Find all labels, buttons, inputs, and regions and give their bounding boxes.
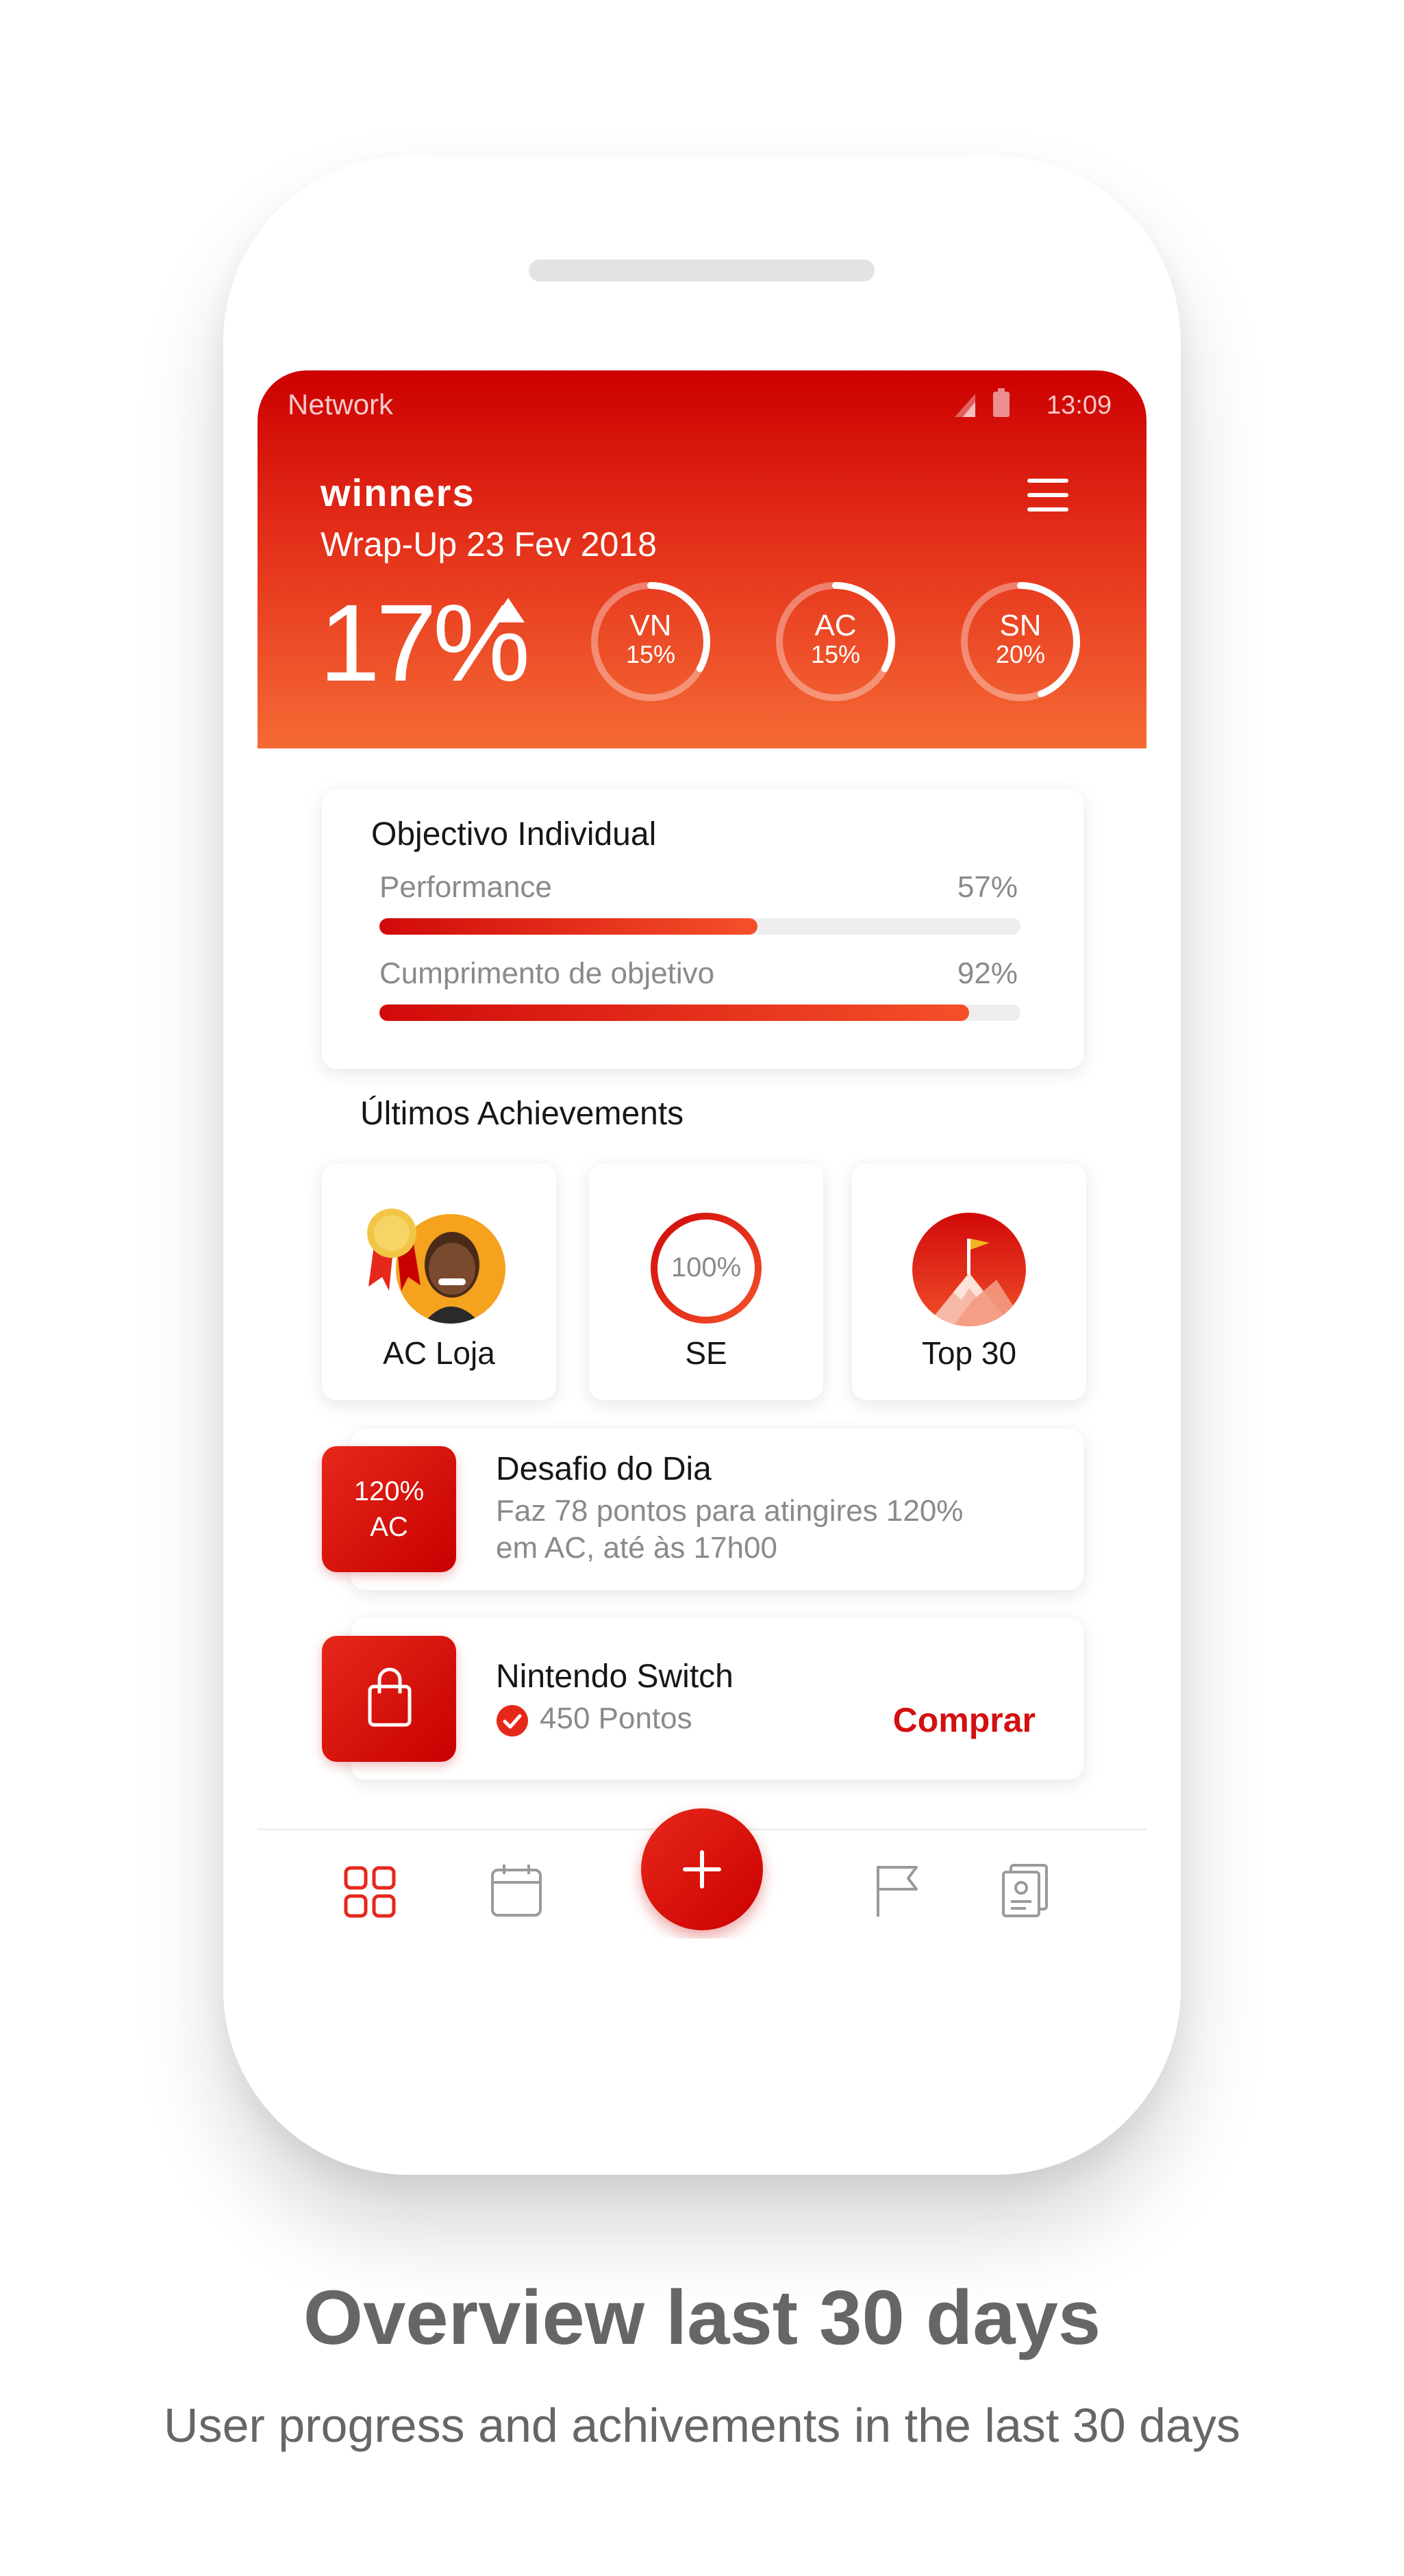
buy-button[interactable]: Comprar (893, 1700, 1036, 1740)
app-header: Network 13:09 winners Wrap-Up 23 Fev 201… (258, 370, 1146, 748)
goal-value: 92% (957, 957, 1018, 990)
add-button[interactable] (641, 1808, 763, 1930)
caption-title: Overview last 30 days (303, 2275, 1101, 2360)
flag-icon[interactable] (874, 1863, 922, 1918)
achievement-ac-loja[interactable]: AC Loja (322, 1163, 556, 1400)
brand-logo: winners (321, 471, 475, 514)
wrapup-date: Wrap-Up 23 Fev 2018 (321, 525, 657, 564)
objective-title: Objectivo Individual (371, 816, 657, 853)
ring-ac-label: AC (814, 609, 857, 642)
performance-bar (379, 918, 1020, 935)
app-screen: Network 13:09 winners Wrap-Up 23 Fev 201… (258, 370, 1146, 1939)
calendar-icon[interactable] (490, 1863, 542, 1918)
plus-icon (683, 1850, 721, 1889)
challenge-line-1: Faz 78 pontos para atingires 120% (496, 1494, 964, 1528)
menu-icon[interactable] (1026, 476, 1070, 514)
goal-bar-fill (379, 1005, 970, 1021)
challenge-card[interactable]: Desafio do Dia Faz 78 pontos para atingi… (351, 1428, 1083, 1590)
ring-ac-value: 15% (810, 640, 861, 669)
trend-up-icon (490, 596, 526, 627)
ring-vn: VN 15% (588, 579, 714, 708)
ring-sn-label: SN (999, 609, 1042, 642)
caption-subtitle: User progress and achivements in the las… (164, 2399, 1240, 2452)
reward-title: Nintendo Switch (496, 1658, 734, 1695)
challenge-tile: 120% AC (322, 1446, 456, 1572)
challenge-title: Desafio do Dia (496, 1451, 712, 1487)
ring-vn-label: VN (629, 609, 672, 642)
shopping-bag-icon (367, 1666, 412, 1731)
ring-sn: SN 20% (957, 579, 1083, 708)
check-icon (496, 1704, 529, 1741)
reward-card: Nintendo Switch 450 Pontos Comprar (351, 1618, 1083, 1780)
ring-sn-value: 20% (995, 640, 1046, 669)
performance-label: Performance (379, 870, 552, 904)
status-time: 13:09 (1046, 391, 1112, 420)
performance-bar-fill (379, 918, 758, 935)
achievement-se[interactable]: 100% SE (589, 1163, 823, 1400)
objective-card: Objectivo Individual Performance 57% Cum… (322, 790, 1083, 1069)
achievement-top-30[interactable]: Top 30 (852, 1163, 1086, 1400)
challenge-line-2: em AC, até às 17h00 (496, 1531, 777, 1565)
battery-icon (992, 388, 1011, 422)
reward-points: 450 Pontos (540, 1702, 692, 1735)
goal-bar (379, 1005, 1020, 1021)
mountain-flag-icon (911, 1211, 1027, 1331)
achievement-label-ac-loja: AC Loja (383, 1335, 495, 1371)
achievements-title: Últimos Achievements (360, 1096, 684, 1132)
challenge-tile-percent: 120% (353, 1476, 425, 1506)
ring-vn-value: 15% (625, 640, 676, 669)
achievement-label-se: SE (685, 1335, 727, 1371)
medal-icon (362, 1206, 423, 1298)
ring-ac: AC 15% (773, 579, 899, 708)
signal-icon (953, 392, 977, 422)
grid-icon[interactable] (344, 1866, 396, 1918)
achievement-label-top-30: Top 30 (921, 1335, 1017, 1371)
achievement-se-badge: 100% (670, 1252, 742, 1283)
challenge-tile-metric: AC (370, 1512, 408, 1542)
goal-label: Cumprimento de objetivo (379, 957, 715, 990)
reward-tile (322, 1636, 456, 1762)
phone-speaker (529, 260, 875, 281)
id-card-icon[interactable] (1001, 1863, 1049, 1918)
performance-value: 57% (957, 870, 1018, 904)
network-label: Network (288, 388, 394, 420)
